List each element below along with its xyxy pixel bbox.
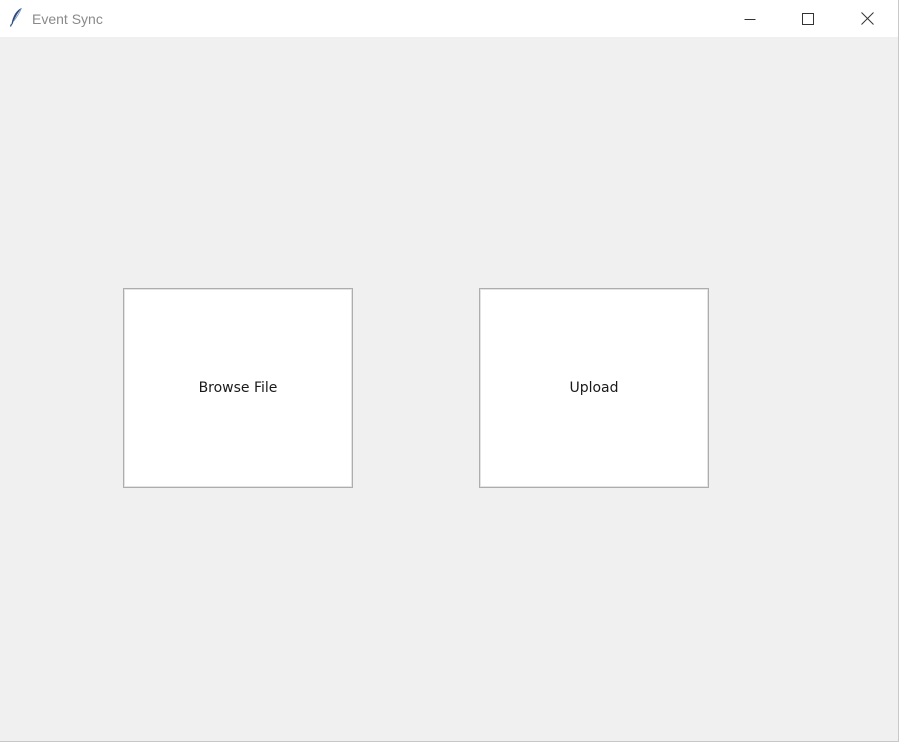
maximize-button[interactable] [779, 0, 837, 37]
browse-file-button[interactable]: Browse File [123, 288, 353, 488]
close-icon [860, 12, 874, 25]
upload-button[interactable]: Upload [479, 288, 709, 488]
minimize-button[interactable] [721, 0, 779, 37]
app-window: Event Sync Browse File Upload [0, 0, 899, 742]
main-area: Browse File Upload [0, 37, 898, 741]
minimize-icon [744, 13, 756, 25]
window-title: Event Sync [32, 11, 103, 27]
browse-file-label: Browse File [198, 380, 278, 396]
maximize-icon [802, 12, 814, 25]
close-button[interactable] [838, 0, 896, 37]
upload-label: Upload [569, 380, 619, 396]
title-bar[interactable]: Event Sync [0, 0, 898, 37]
feather-icon [9, 7, 23, 27]
